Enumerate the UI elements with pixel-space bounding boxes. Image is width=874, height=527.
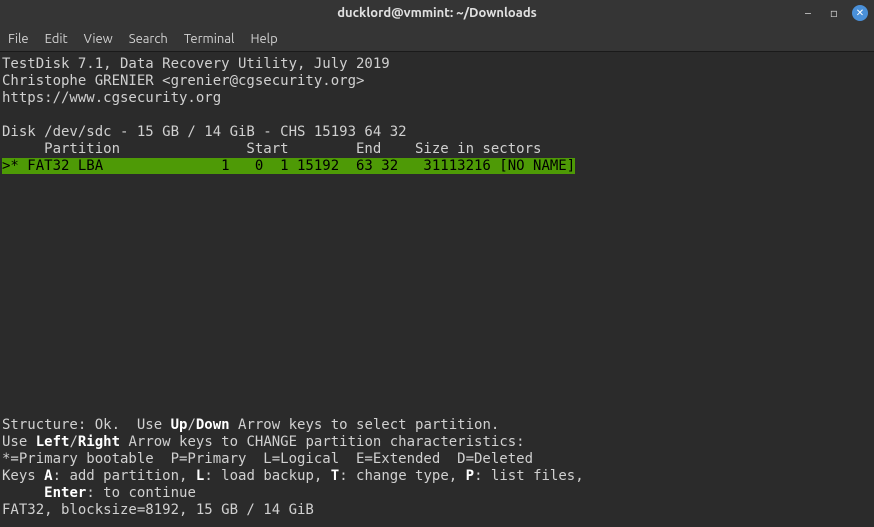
key-a: A	[44, 468, 52, 484]
minimize-icon[interactable]: –	[800, 5, 816, 21]
app-header-2: Christophe GRENIER <grenier@cgsecurity.o…	[2, 73, 364, 89]
structure-status: Structure: Ok. Use	[2, 417, 171, 433]
titlebar: ducklord@vmmint: ~/Downloads – ▫ ✕	[0, 0, 874, 26]
filesystem-info: FAT32, blocksize=8192, 15 GB / 14 GiB	[2, 502, 314, 518]
menu-view[interactable]: View	[84, 32, 113, 46]
menu-edit[interactable]: Edit	[45, 32, 68, 46]
disk-info: Disk /dev/sdc - 15 GB / 14 GiB - CHS 151…	[2, 124, 407, 140]
key-enter: Enter	[44, 485, 86, 501]
terminal-output-top: TestDisk 7.1, Data Recovery Utility, Jul…	[2, 56, 575, 175]
menu-terminal[interactable]: Terminal	[184, 32, 235, 46]
menubar: File Edit View Search Terminal Help	[0, 26, 874, 52]
partition-legend: *=Primary bootable P=Primary L=Logical E…	[2, 451, 533, 467]
terminal-output-bottom: Structure: Ok. Use Up/Down Arrow keys to…	[2, 417, 584, 519]
menu-search[interactable]: Search	[129, 32, 168, 46]
app-header-1: TestDisk 7.1, Data Recovery Utility, Jul…	[2, 56, 390, 72]
partition-table-header: Partition Start End Size in sectors	[2, 141, 541, 157]
app-header-3: https://www.cgsecurity.org	[2, 90, 221, 106]
close-icon[interactable]: ✕	[852, 5, 868, 21]
terminal[interactable]: TestDisk 7.1, Data Recovery Utility, Jul…	[0, 52, 874, 527]
window-controls: – ▫ ✕	[800, 5, 868, 21]
key-left: Left	[36, 434, 70, 450]
key-right: Right	[78, 434, 120, 450]
key-p: P	[466, 468, 474, 484]
menu-file[interactable]: File	[8, 32, 29, 46]
menu-help[interactable]: Help	[250, 32, 277, 46]
maximize-icon[interactable]: ▫	[826, 5, 842, 21]
key-down: Down	[196, 417, 230, 433]
window-title: ducklord@vmmint: ~/Downloads	[337, 6, 537, 20]
key-t: T	[331, 468, 339, 484]
key-up: Up	[171, 417, 188, 433]
partition-row-selected[interactable]: >* FAT32 LBA 1 0 1 15192 63 32 31113216 …	[2, 158, 575, 174]
